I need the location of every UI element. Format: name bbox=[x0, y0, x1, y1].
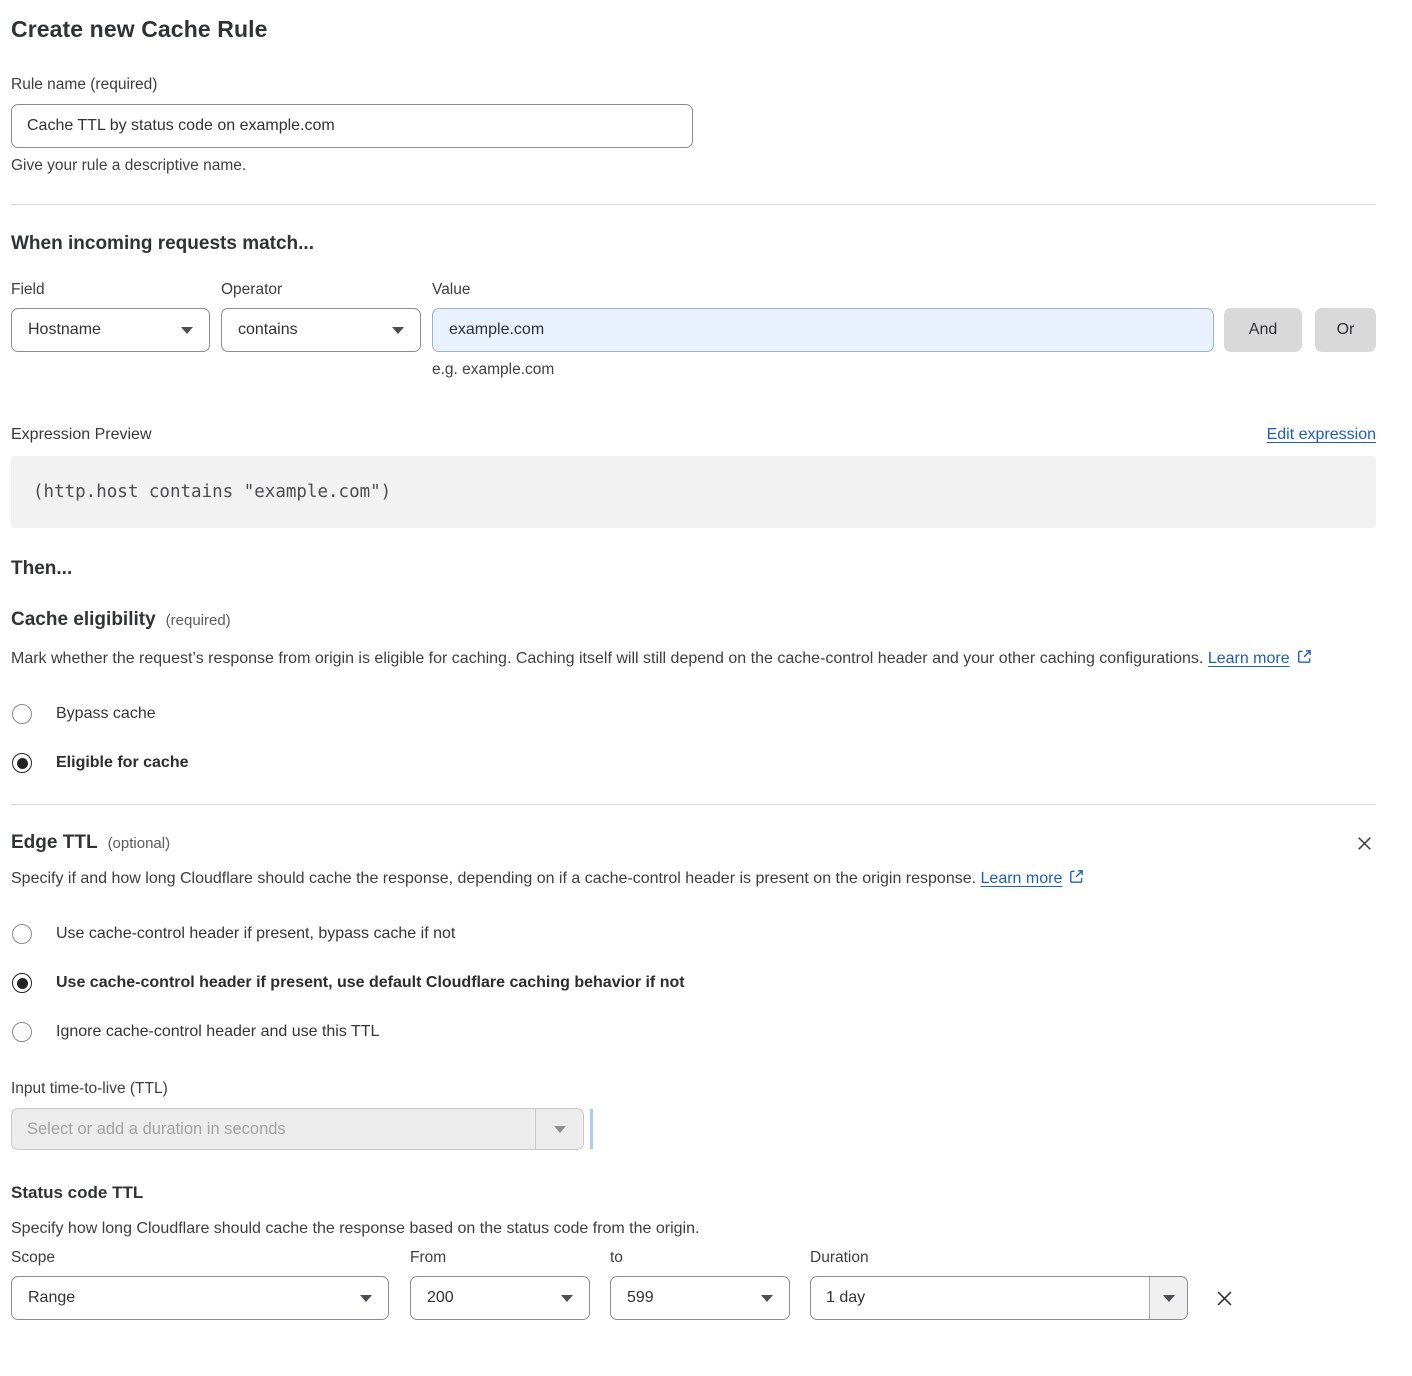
cache-eligibility-heading: Cache eligibility bbox=[11, 609, 156, 631]
section-divider bbox=[11, 204, 1376, 205]
radio-circle-unselected bbox=[12, 924, 32, 944]
chevron-down-icon bbox=[761, 1295, 773, 1302]
match-heading: When incoming requests match... bbox=[11, 233, 1376, 255]
ttl-duration-placeholder: Select or add a duration in seconds bbox=[12, 1109, 535, 1149]
operator-select-value: contains bbox=[238, 321, 298, 339]
chevron-down-icon bbox=[360, 1295, 372, 1302]
expression-preview-label: Expression Preview bbox=[11, 426, 152, 444]
edit-expression-link[interactable]: Edit expression bbox=[1267, 426, 1376, 444]
expression-header-row: Expression Preview Edit expression bbox=[11, 426, 1376, 444]
cache-eligibility-learn-more-link[interactable]: Learn more bbox=[1208, 650, 1290, 667]
external-link-icon bbox=[1068, 867, 1085, 895]
edge-ttl-heading: Edge TTL bbox=[11, 832, 98, 854]
chevron-down-icon bbox=[535, 1109, 583, 1149]
field-select-value: Hostname bbox=[28, 321, 101, 339]
external-link-icon bbox=[1296, 647, 1313, 675]
radio-label: Use cache-control header if present, use… bbox=[56, 974, 685, 992]
radio-use-header-default[interactable]: Use cache-control header if present, use… bbox=[11, 973, 1376, 993]
chevron-down-icon bbox=[392, 327, 404, 334]
status-code-column-labels: Scope From to Duration bbox=[11, 1249, 1376, 1267]
radio-label: Use cache-control header if present, byp… bbox=[56, 925, 455, 943]
status-code-ttl-heading: Status code TTL bbox=[11, 1183, 1376, 1203]
cache-eligibility-description: Mark whether the request’s response from… bbox=[11, 645, 1351, 675]
from-select[interactable]: 200 bbox=[410, 1276, 590, 1320]
duration-label: Duration bbox=[810, 1249, 869, 1267]
status-code-ttl-description: Specify how long Cloudflare should cache… bbox=[11, 1220, 1376, 1238]
radio-label: Bypass cache bbox=[56, 705, 156, 723]
radio-bypass-cache[interactable]: Bypass cache bbox=[11, 704, 1376, 724]
radio-ignore-header-use-ttl[interactable]: Ignore cache-control header and use this… bbox=[11, 1022, 1376, 1042]
focus-caret bbox=[590, 1109, 593, 1149]
value-help: e.g. example.com bbox=[432, 361, 1376, 379]
operator-label: Operator bbox=[221, 281, 432, 299]
duration-select[interactable]: 1 day bbox=[810, 1276, 1188, 1320]
field-select[interactable]: Hostname bbox=[11, 308, 210, 352]
to-label: to bbox=[610, 1249, 810, 1267]
cache-eligibility-description-text: Mark whether the request’s response from… bbox=[11, 650, 1203, 667]
from-label: From bbox=[410, 1249, 610, 1267]
from-select-value: 200 bbox=[427, 1289, 454, 1307]
edge-ttl-description: Specify if and how long Cloudflare shoul… bbox=[11, 865, 1121, 895]
to-select[interactable]: 599 bbox=[610, 1276, 790, 1320]
required-tag: (required) bbox=[166, 612, 231, 629]
radio-circle-unselected bbox=[12, 704, 32, 724]
radio-circle-unselected bbox=[12, 1022, 32, 1042]
edge-ttl-close-button[interactable] bbox=[1353, 832, 1376, 855]
ttl-input-row: Select or add a duration in seconds bbox=[11, 1098, 1376, 1150]
duration-select-value: 1 day bbox=[811, 1277, 1149, 1319]
edge-ttl-description-text: Specify if and how long Cloudflare shoul… bbox=[11, 870, 976, 887]
chevron-down-icon bbox=[1149, 1277, 1187, 1319]
then-heading: Then... bbox=[11, 558, 1376, 580]
status-code-controls-row: Range 200 599 1 day bbox=[11, 1276, 1376, 1320]
scope-select-value: Range bbox=[28, 1289, 75, 1307]
optional-tag: (optional) bbox=[108, 835, 171, 852]
expression-code-block: (http.host contains "example.com") bbox=[11, 456, 1376, 528]
rule-name-label: Rule name (required) bbox=[11, 76, 1376, 94]
to-select-value: 599 bbox=[627, 1289, 654, 1307]
rule-name-help: Give your rule a descriptive name. bbox=[11, 157, 1376, 175]
value-label: Value bbox=[432, 281, 471, 299]
match-column-labels: Field Operator Value bbox=[11, 281, 1376, 299]
radio-use-header-bypass[interactable]: Use cache-control header if present, byp… bbox=[11, 924, 1376, 944]
radio-eligible-for-cache[interactable]: Eligible for cache bbox=[11, 753, 1376, 773]
chevron-down-icon bbox=[561, 1295, 573, 1302]
create-cache-rule-form: Create new Cache Rule Rule name (require… bbox=[11, 16, 1376, 1320]
edge-ttl-learn-more-link[interactable]: Learn more bbox=[981, 870, 1063, 887]
cache-eligibility-heading-row: Cache eligibility (required) bbox=[11, 609, 1376, 631]
edge-ttl-heading-row: Edge TTL (optional) bbox=[11, 832, 170, 854]
or-button[interactable]: Or bbox=[1315, 308, 1376, 352]
rule-name-input[interactable] bbox=[11, 104, 693, 148]
close-icon bbox=[1355, 841, 1374, 856]
field-label: Field bbox=[11, 281, 221, 299]
radio-circle-selected bbox=[12, 973, 32, 993]
radio-circle-selected bbox=[12, 753, 32, 773]
section-divider bbox=[11, 804, 1376, 805]
match-controls-row: Hostname contains And Or bbox=[11, 308, 1376, 352]
page-title: Create new Cache Rule bbox=[11, 16, 1376, 43]
edge-ttl-header: Edge TTL (optional) bbox=[11, 832, 1376, 855]
expression-code: (http.host contains "example.com") bbox=[33, 482, 391, 502]
value-input[interactable] bbox=[432, 308, 1214, 352]
chevron-down-icon bbox=[181, 327, 193, 334]
radio-label: Eligible for cache bbox=[56, 754, 188, 772]
scope-select[interactable]: Range bbox=[11, 1276, 389, 1320]
scope-label: Scope bbox=[11, 1249, 410, 1267]
radio-label: Ignore cache-control header and use this… bbox=[56, 1023, 379, 1041]
operator-select[interactable]: contains bbox=[221, 308, 421, 352]
and-button[interactable]: And bbox=[1224, 308, 1302, 352]
remove-status-ttl-button[interactable] bbox=[1212, 1286, 1237, 1311]
ttl-input-label: Input time-to-live (TTL) bbox=[11, 1080, 1376, 1098]
close-icon bbox=[1214, 1297, 1235, 1312]
ttl-duration-select[interactable]: Select or add a duration in seconds bbox=[11, 1108, 584, 1150]
